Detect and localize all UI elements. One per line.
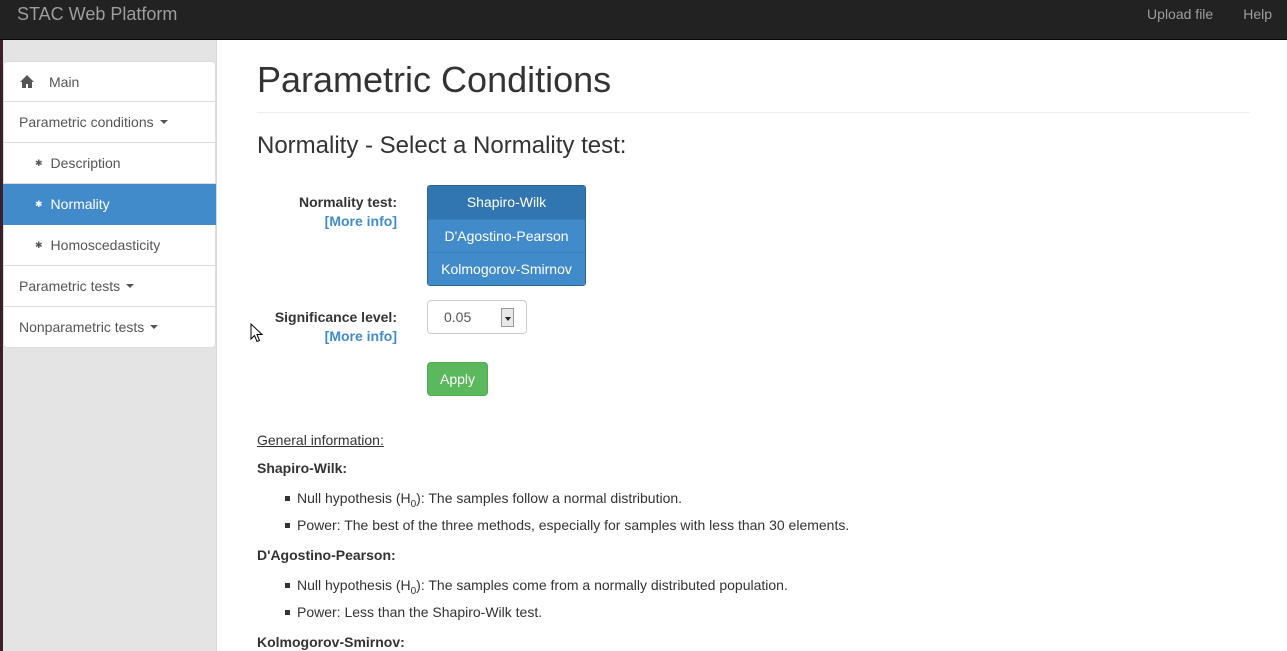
list-item: Null hypothesis (H0): The samples come f…: [285, 575, 1250, 602]
top-navbar: STAC Web Platform Upload file Help: [0, 0, 1287, 40]
option-shapiro-wilk[interactable]: Shapiro-Wilk: [428, 186, 585, 219]
significance-label-group: Significance level: [More info]: [257, 309, 397, 344]
navbar-right-links: Upload file Help: [1132, 0, 1287, 40]
sidebar-item-description[interactable]: ✱ Description: [3, 143, 216, 184]
sidebar-item-nonparametric-tests[interactable]: Nonparametric tests: [3, 307, 216, 348]
option-dagostino-pearson[interactable]: D'Agostino-Pearson: [428, 219, 585, 252]
sidebar-item-label: Parametric conditions: [19, 114, 154, 130]
list-item: Power: Less than the Shapiro-Wilk test.: [285, 602, 1250, 622]
section-title: Normality - Select a Normality test:: [257, 132, 627, 159]
sidebar-item-normality[interactable]: ✱ Normality: [3, 184, 216, 225]
info-section-title: Kolmogorov-Smirnov:: [257, 633, 405, 650]
sidebar-item-label: Homoscedasticity: [50, 237, 161, 253]
upload-file-link[interactable]: Upload file: [1132, 0, 1228, 40]
sidebar-item-parametric-tests[interactable]: Parametric tests: [3, 266, 216, 307]
sidebar-item-label: Normality: [50, 196, 110, 212]
normality-test-label-group: Normality test: [More info]: [257, 194, 397, 229]
home-icon: [20, 75, 34, 88]
caret-down-icon: [150, 325, 159, 329]
sidebar: Main Parametric conditions ✱ Description…: [0, 40, 217, 651]
info-section-title: D'Agostino-Pearson:: [257, 546, 396, 563]
mouse-cursor-icon: [250, 323, 264, 343]
page-title: Parametric Conditions: [257, 59, 1250, 113]
list-item: Power: The best of the three methods, es…: [285, 515, 1250, 535]
sidebar-item-label: Description: [50, 155, 121, 171]
sidebar-item-label: Main: [49, 73, 80, 90]
sidebar-nav: Main Parametric conditions ✱ Description…: [3, 61, 216, 348]
significance-level-select[interactable]: 0.05: [427, 300, 527, 334]
more-info-link[interactable]: [More info]: [257, 328, 397, 344]
sidebar-item-label: Nonparametric tests: [19, 319, 145, 335]
dropdown-arrow-icon[interactable]: [501, 308, 514, 327]
help-link[interactable]: Help: [1228, 0, 1287, 40]
asterisk-icon: ✱: [35, 239, 43, 250]
general-information: General information: Shapiro-Wilk: Null …: [257, 432, 1250, 651]
apply-button[interactable]: Apply: [427, 362, 488, 396]
info-section-title: Shapiro-Wilk:: [257, 460, 348, 476]
normality-test-listbox[interactable]: Shapiro-Wilk D'Agostino-Pearson Kolmogor…: [427, 185, 586, 286]
option-kolmogorov-smirnov[interactable]: Kolmogorov-Smirnov: [428, 252, 585, 285]
asterisk-icon: ✱: [35, 157, 43, 168]
significance-level-label: Significance level:: [274, 309, 397, 325]
sidebar-item-main[interactable]: Main: [3, 61, 216, 102]
main-content: Parametric Conditions Normality - Select…: [257, 40, 1250, 650]
sidebar-item-label: Parametric tests: [19, 278, 121, 294]
caret-down-icon: [159, 120, 168, 124]
significance-level-value: 0.05: [444, 309, 472, 325]
list-item: Null hypothesis (H0): The samples follow…: [285, 488, 1250, 515]
caret-down-icon: [126, 284, 135, 288]
info-list: Null hypothesis (H0): The samples follow…: [257, 488, 1250, 535]
normality-test-label: Normality test:: [298, 194, 397, 210]
more-info-link[interactable]: [More info]: [257, 213, 397, 229]
sidebar-item-homoscedasticity[interactable]: ✱ Homoscedasticity: [3, 225, 216, 266]
info-list: Null hypothesis (H0): The samples come f…: [257, 575, 1250, 622]
brand-link[interactable]: STAC Web Platform: [17, 4, 177, 25]
info-heading: General information:: [257, 432, 384, 448]
asterisk-icon: ✱: [35, 198, 43, 209]
sidebar-item-parametric-conditions[interactable]: Parametric conditions: [3, 102, 216, 143]
